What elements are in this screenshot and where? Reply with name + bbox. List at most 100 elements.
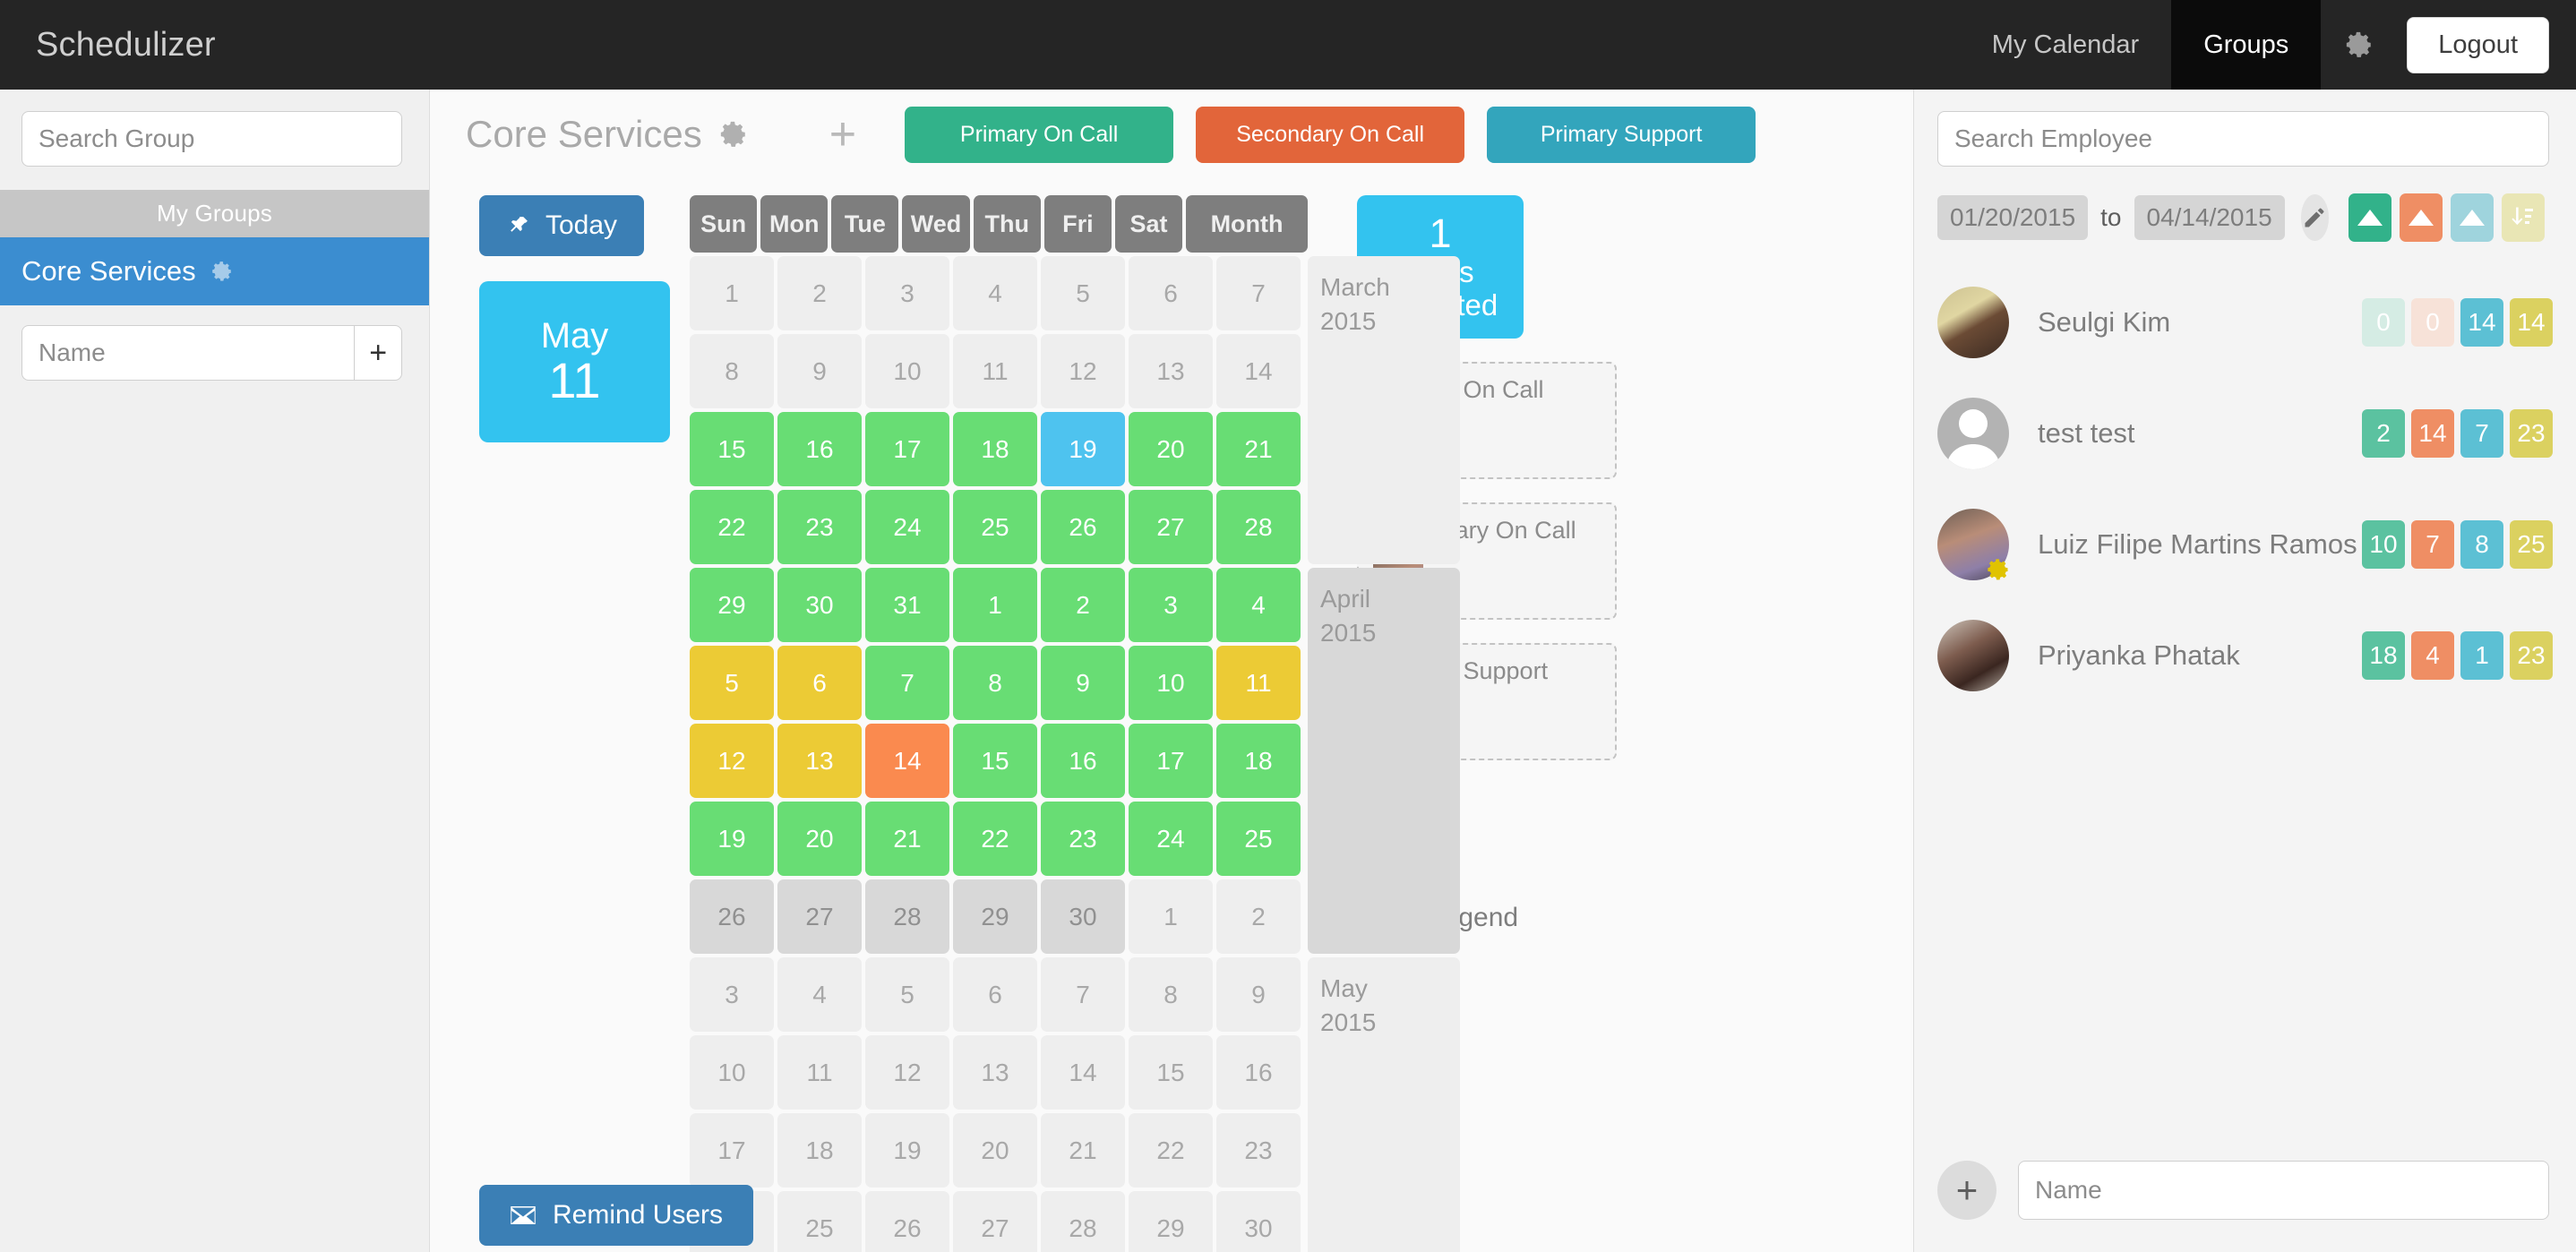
calendar-day-cell[interactable]: 21 [1216,412,1301,486]
calendar-day-cell[interactable]: 3 [1129,568,1213,642]
calendar-day-cell[interactable]: 24 [865,490,949,564]
calendar-day-cell[interactable]: 25 [777,1191,862,1252]
calendar-day-cell[interactable]: 25 [953,490,1037,564]
role-button-1[interactable]: Secondary On Call [1196,106,1465,163]
calendar-day-cell[interactable]: 24 [1129,802,1213,876]
calendar-day-cell[interactable]: 19 [865,1113,949,1188]
calendar-day-cell[interactable]: 2 [1216,879,1301,954]
calendar-day-cell[interactable]: 22 [1129,1113,1213,1188]
calendar-day-cell[interactable]: 1 [953,568,1037,642]
calendar-day-cell[interactable]: 20 [1129,412,1213,486]
sort-secondary-on-call-button[interactable] [2400,193,2443,242]
calendar-day-cell[interactable]: 28 [1041,1191,1125,1252]
calendar-day-cell[interactable]: 22 [953,802,1037,876]
search-group-input[interactable] [21,111,402,167]
calendar-day-cell[interactable]: 26 [1041,490,1125,564]
calendar-day-cell[interactable]: 21 [865,802,949,876]
calendar-day-cell[interactable]: 14 [1041,1035,1125,1110]
sort-primary-support-button[interactable] [2451,193,2494,242]
calendar-day-cell[interactable]: 6 [1129,256,1213,330]
role-button-0[interactable]: Primary On Call [905,106,1174,163]
calendar-day-cell[interactable]: 13 [777,724,862,798]
role-button-2[interactable]: Primary Support [1487,106,1756,163]
calendar-day-cell[interactable]: 17 [1129,724,1213,798]
settings-gear-button[interactable] [2321,0,2398,90]
employee-row[interactable]: Luiz Filipe Martins Ramos 10 7 8 25 [1937,489,2553,600]
calendar-day-cell[interactable]: 7 [1216,256,1301,330]
calendar-day-cell[interactable]: 5 [1041,256,1125,330]
today-button[interactable]: Today [479,195,645,256]
calendar-day-cell[interactable]: 23 [1041,802,1125,876]
calendar-day-cell[interactable]: 4 [953,256,1037,330]
calendar-day-cell[interactable]: 3 [865,256,949,330]
calendar-day-cell[interactable]: 5 [865,957,949,1032]
calendar-day-cell[interactable]: 6 [953,957,1037,1032]
nav-my-calendar[interactable]: My Calendar [1960,0,2171,90]
calendar-day-cell[interactable]: 21 [1041,1113,1125,1188]
calendar-day-cell[interactable]: 25 [1216,802,1301,876]
sort-total-button[interactable] [2502,193,2545,242]
calendar-day-cell[interactable]: 1 [690,256,774,330]
panel-scrollbar[interactable] [2567,90,2576,1252]
employee-row[interactable]: test test 2 14 7 23 [1937,378,2553,489]
calendar-day-cell[interactable]: 30 [777,568,862,642]
employee-row[interactable]: Priyanka Phatak 18 4 1 23 [1937,600,2553,711]
calendar-day-cell[interactable]: 18 [777,1113,862,1188]
calendar-day-cell[interactable]: 2 [1041,568,1125,642]
calendar-day-cell[interactable]: 16 [1216,1035,1301,1110]
calendar-day-cell[interactable]: 3 [690,957,774,1032]
calendar-day-cell[interactable]: 5 [690,646,774,720]
calendar-day-cell[interactable]: 7 [865,646,949,720]
calendar-day-cell[interactable]: 12 [865,1035,949,1110]
calendar-day-cell[interactable]: 2 [777,256,862,330]
calendar-day-cell[interactable]: 26 [865,1191,949,1252]
sidebar-item-core-services[interactable]: Core Services [0,237,429,305]
calendar-day-cell[interactable]: 29 [690,568,774,642]
calendar-day-cell[interactable]: 15 [690,412,774,486]
calendar-day-cell[interactable]: 7 [1041,957,1125,1032]
calendar-day-cell[interactable]: 8 [690,334,774,408]
sort-primary-on-call-button[interactable] [2348,193,2391,242]
new-group-name-input[interactable] [21,325,355,381]
calendar-day-cell[interactable]: 23 [1216,1113,1301,1188]
calendar-day-cell[interactable]: 4 [777,957,862,1032]
calendar-day-cell[interactable]: 14 [865,724,949,798]
calendar-day-cell[interactable]: 30 [1041,879,1125,954]
calendar-day-cell[interactable]: 13 [1129,334,1213,408]
employee-row[interactable]: Seulgi Kim 0 0 14 14 [1937,267,2553,378]
calendar-day-cell[interactable]: 29 [1129,1191,1213,1252]
calendar-day-cell[interactable]: 1 [1129,879,1213,954]
calendar-day-cell[interactable]: 27 [953,1191,1037,1252]
calendar-day-cell[interactable]: 6 [777,646,862,720]
logout-button[interactable]: Logout [2407,16,2549,73]
add-role-button[interactable]: + [829,111,856,158]
calendar-day-cell[interactable]: 9 [1041,646,1125,720]
calendar-day-cell[interactable]: 11 [1216,646,1301,720]
calendar-day-cell[interactable]: 10 [1129,646,1213,720]
calendar-day-cell[interactable]: 16 [777,412,862,486]
calendar-day-cell[interactable]: 10 [865,334,949,408]
calendar-day-cell[interactable]: 31 [865,568,949,642]
search-employee-input[interactable] [1937,111,2549,167]
calendar-day-cell[interactable]: 8 [1129,957,1213,1032]
date-from-field[interactable]: 01/20/2015 [1937,195,2089,240]
calendar-day-cell[interactable]: 12 [1041,334,1125,408]
edit-date-range-button[interactable] [2300,194,2329,241]
calendar-day-cell[interactable]: 17 [690,1113,774,1188]
calendar-day-cell[interactable]: 20 [953,1113,1037,1188]
date-to-field[interactable]: 04/14/2015 [2134,195,2285,240]
group-settings-gear-button[interactable] [210,260,234,283]
group-config-gear-button[interactable] [718,119,749,150]
calendar-day-cell[interactable]: 19 [1041,412,1125,486]
nav-groups[interactable]: Groups [2171,0,2322,90]
calendar-day-cell[interactable]: 15 [953,724,1037,798]
calendar-day-cell[interactable]: 10 [690,1035,774,1110]
calendar-day-cell[interactable]: 19 [690,802,774,876]
calendar-day-cell[interactable]: 20 [777,802,862,876]
calendar-day-cell[interactable]: 11 [777,1035,862,1110]
calendar-day-cell[interactable]: 17 [865,412,949,486]
calendar-day-cell[interactable]: 29 [953,879,1037,954]
calendar-day-cell[interactable]: 23 [777,490,862,564]
new-employee-name-input[interactable] [2018,1161,2549,1220]
calendar-day-cell[interactable]: 26 [690,879,774,954]
